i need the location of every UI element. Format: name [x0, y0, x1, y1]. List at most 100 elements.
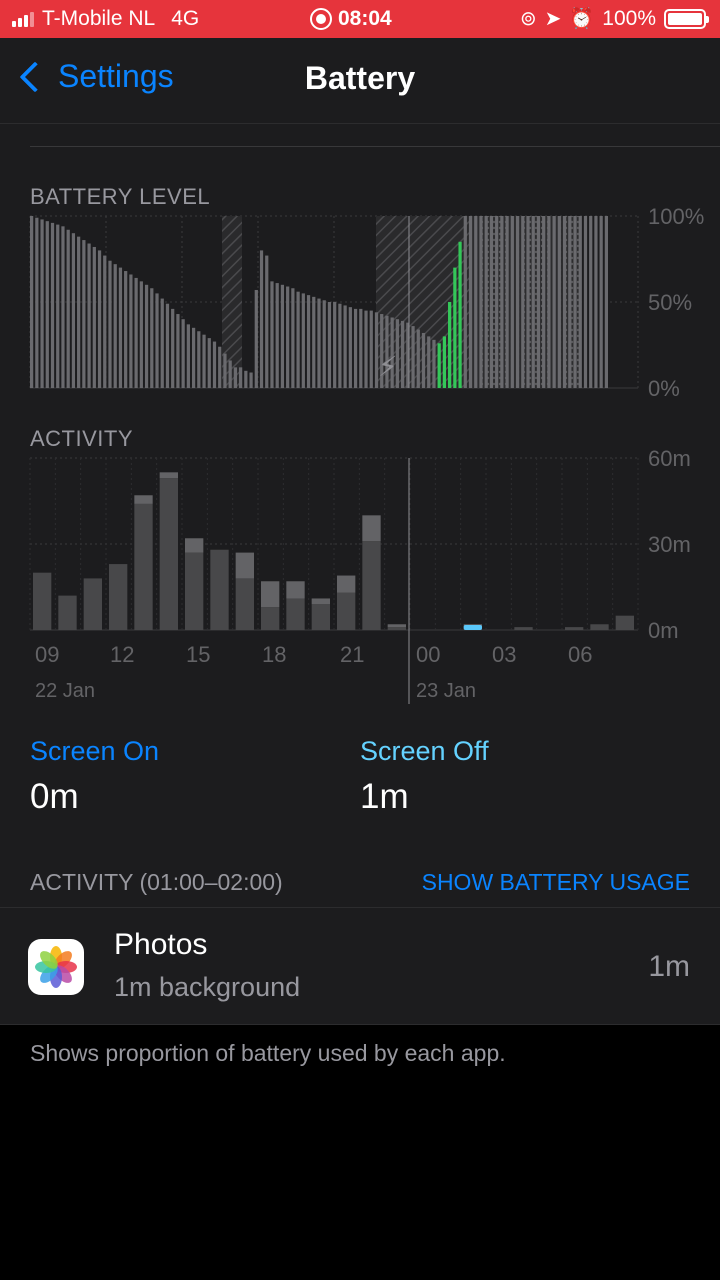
battery-bar: [495, 216, 499, 388]
battery-bar: [82, 240, 86, 388]
battery-bar: [562, 216, 567, 388]
charts-svg: ⚡ 100% 50% 0% 60m 30m 0m 09 12 15 18 21 00 03 06 22 Ja…: [29, 204, 704, 704]
battery-bar: [165, 303, 170, 388]
location-icon: ➤: [544, 8, 562, 30]
activity-bar: [362, 541, 381, 630]
battery-y-tick: 0%: [648, 376, 680, 401]
app-name: Photos: [114, 928, 208, 961]
battery-bar: [197, 331, 201, 388]
activity-bar: [590, 624, 609, 630]
battery-bar: [275, 283, 279, 388]
battery-bar: [552, 216, 556, 388]
battery-bar: [176, 314, 180, 388]
battery-bar: [118, 267, 123, 388]
battery-bar: [531, 216, 535, 388]
activity-bar: [615, 615, 634, 630]
battery-bar: [463, 216, 467, 388]
activity-bar-top: [235, 552, 254, 579]
battery-bar: [458, 241, 462, 388]
battery-y-tick: 100%: [648, 204, 704, 229]
battery-bar: [113, 264, 117, 388]
battery-bar: [348, 307, 352, 388]
battery-bar: [35, 217, 39, 388]
battery-bar: [400, 320, 405, 388]
activity-bar-top: [337, 575, 356, 593]
list-item[interactable]: Photos 1m background 1m: [0, 908, 720, 1024]
battery-bar: [87, 243, 91, 388]
battery-bar: [557, 216, 561, 388]
activity-bar: [514, 627, 533, 630]
battery-bar: [589, 216, 593, 388]
activity-bar-top: [387, 624, 406, 628]
activity-x-tick: 06: [568, 642, 592, 667]
battery-bar: [223, 353, 227, 388]
battery-bar: [181, 319, 185, 388]
activity-x-tick: 09: [35, 642, 59, 667]
battery-bar: [468, 216, 473, 388]
battery-bar: [103, 255, 107, 388]
battery-bar: [254, 289, 258, 388]
battery-bar: [474, 216, 478, 388]
battery-bar: [343, 305, 347, 388]
battery-bar: [124, 271, 128, 388]
battery-bar: [604, 216, 608, 388]
activity-bar: [337, 592, 356, 630]
nav-bar: Settings Battery: [0, 38, 720, 124]
activity-y-tick: 0m: [648, 618, 679, 643]
battery-bar: [338, 303, 342, 388]
activity-bar: [109, 564, 128, 630]
battery-bar: [521, 216, 525, 388]
battery-bar: [97, 250, 102, 388]
battery-bar: [369, 310, 373, 388]
show-battery-usage-link[interactable]: SHOW BATTERY USAGE: [422, 869, 690, 896]
activity-row: ACTIVITY (01:00–02:00) SHOW BATTERY USAG…: [30, 869, 690, 896]
battery-icon: [664, 9, 709, 29]
activity-bar: [311, 604, 330, 630]
activity-bar: [185, 552, 204, 630]
screen-on-stat: Screen On 0m: [30, 736, 159, 817]
battery-bar: [160, 298, 164, 388]
battery-bar: [453, 267, 457, 388]
app-list: Photos 1m background 1m: [0, 907, 720, 1025]
battery-level-chart: ⚡ 100% 50% 0%: [29, 204, 704, 401]
battery-bar: [515, 216, 520, 388]
orientation-lock-icon: ⊚: [519, 8, 537, 30]
battery-bar: [92, 246, 96, 388]
battery-bar: [301, 293, 305, 388]
battery-bar: [77, 236, 81, 388]
activity-x-tick: 18: [262, 642, 286, 667]
signal-icon: [12, 11, 34, 27]
battery-y-tick: 50%: [648, 290, 692, 315]
activity-bar: [159, 478, 178, 630]
battery-bar: [594, 216, 598, 388]
battery-bar: [270, 281, 274, 388]
battery-bar: [489, 216, 494, 388]
battery-bar: [484, 216, 488, 388]
screen-off-value: 1m: [360, 777, 409, 816]
activity-bar: [387, 627, 406, 630]
battery-bar: [139, 281, 143, 388]
battery-bar: [108, 260, 112, 388]
battery-bar: [333, 302, 337, 388]
battery-bar: [239, 367, 243, 388]
network-type: 4G: [171, 7, 200, 30]
battery-bar: [71, 233, 76, 388]
battery-bar: [505, 216, 509, 388]
battery-bar: [259, 250, 264, 388]
activity-chart: 60m 30m 0m 09 12 15 18 21 00 03 06 22 Jan 23 Jan: [29, 446, 691, 704]
activity-x-tick: 00: [416, 642, 440, 667]
battery-bar: [526, 216, 530, 388]
footer-note: Shows proportion of battery used by each…: [30, 1040, 506, 1066]
battery-bar: [66, 229, 70, 388]
battery-bar: [317, 298, 321, 388]
activity-bar: [58, 595, 77, 630]
app-detail: 1m background: [114, 972, 301, 1002]
battery-bar: [280, 284, 285, 388]
screen-on-value: 0m: [30, 777, 79, 816]
activity-x-tick: 15: [186, 642, 210, 667]
battery-bar: [207, 338, 211, 388]
battery-bar: [56, 224, 60, 388]
battery-bar: [171, 308, 175, 388]
battery-bar: [500, 216, 504, 388]
battery-bar: [228, 360, 232, 388]
